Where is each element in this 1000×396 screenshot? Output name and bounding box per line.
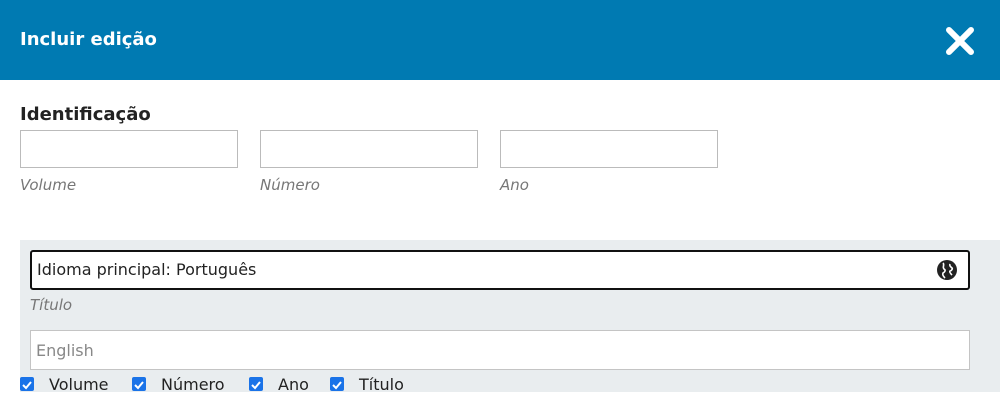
title-input-english[interactable]: English [30,330,970,370]
modal-title: Incluir edição [20,29,157,50]
close-button[interactable] [944,26,976,56]
checkbox-icon [330,377,344,391]
volume-input[interactable] [20,130,238,168]
title-input-primary[interactable]: Idioma principal: Português [30,250,970,290]
globe-icon[interactable] [936,259,958,281]
modal-header: Incluir edição [0,0,1000,80]
show-options: Volume Número Ano Título [20,375,620,395]
number-input[interactable] [260,130,478,168]
checkbox-icon [249,377,263,391]
title-label: Título [30,296,73,314]
checkbox-icon [132,377,146,391]
close-icon [946,27,974,55]
year-input[interactable] [500,130,718,168]
volume-label: Volume [20,176,77,194]
show-number-label: Número [161,375,225,394]
show-volume-label: Volume [49,375,109,394]
year-label: Ano [500,176,529,194]
number-label: Número [260,176,320,194]
checkbox-icon [20,377,34,391]
identification-heading: Identificação [20,104,151,125]
show-title-label: Título [359,375,404,394]
show-year-label: Ano [278,375,309,394]
